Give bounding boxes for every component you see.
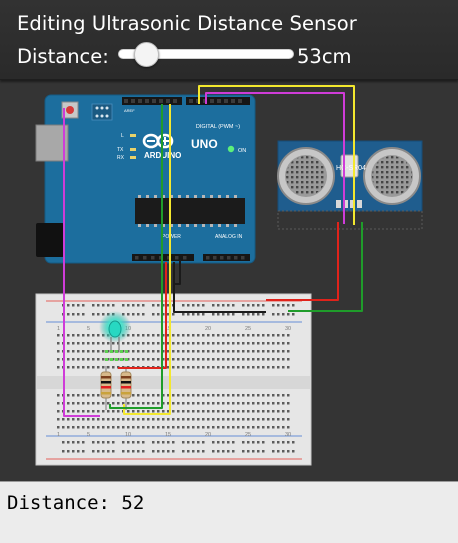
led-rx-label: RX	[117, 155, 125, 161]
breadboard-col-30-bottom: 30	[285, 432, 291, 438]
arduino-model: UNO	[191, 137, 218, 151]
breadboard-col-30: 30	[285, 326, 291, 332]
serial-monitor: Distance: 52	[0, 481, 458, 543]
digital-header-label: DIGITAL (PWM ~)	[196, 124, 240, 130]
reset-button[interactable]	[66, 106, 74, 114]
circuit-canvas[interactable]: DIGITAL (PWM ~) AREF L TX RX ARDUINO UNO…	[0, 80, 458, 481]
editor-title: Editing Ultrasonic Distance Sensor	[17, 12, 357, 35]
on-label: ON	[238, 148, 246, 154]
distance-slider-thumb[interactable]	[134, 42, 159, 67]
sensor-transducer-left-icon	[277, 147, 335, 205]
breadboard-col-25-bottom: 25	[245, 432, 251, 438]
breadboard[interactable]: 1 5 10 15 20 25 30 1 5 10 15 20 25 30	[35, 293, 312, 466]
led-tx-label: TX	[117, 147, 124, 153]
breadboard-col-15-bottom: 15	[165, 432, 171, 438]
breadboard-col-1-bottom: 1	[57, 432, 60, 438]
breadboard-col-20-bottom: 20	[205, 432, 211, 438]
breadboard-col-5: 5	[87, 326, 90, 332]
power-label: POWER	[162, 234, 181, 240]
breadboard-col-1: 1	[57, 326, 60, 332]
breadboard-col-25: 25	[245, 326, 251, 332]
ultrasonic-sensor[interactable]: HC-SR04	[277, 140, 423, 230]
analog-label: ANALOG IN	[215, 234, 243, 240]
led-l-label: L	[121, 133, 124, 139]
power-on-led	[227, 145, 235, 153]
microcontroller-chip	[135, 198, 245, 224]
wire-red[interactable]	[266, 222, 339, 301]
arduino-uno-board[interactable]: DIGITAL (PWM ~) AREF L TX RX ARDUINO UNO…	[35, 94, 256, 264]
distance-label: Distance:	[17, 45, 109, 68]
sensor-model: HC-SR04	[336, 165, 366, 172]
sensor-transducer-right-icon	[363, 147, 421, 205]
editor-header: Editing Ultrasonic Distance Sensor Dista…	[0, 0, 458, 80]
breadboard-col-20: 20	[205, 326, 211, 332]
breadboard-col-10-bottom: 10	[125, 432, 131, 438]
serial-output: Distance: 52	[7, 492, 145, 514]
aref-label: AREF	[124, 108, 135, 113]
distance-value: 53cm	[297, 45, 352, 68]
circuit-diagram: DIGITAL (PWM ~) AREF L TX RX ARDUINO UNO…	[35, 85, 423, 466]
power-jack	[36, 223, 64, 257]
breadboard-col-5-bottom: 5	[87, 432, 90, 438]
